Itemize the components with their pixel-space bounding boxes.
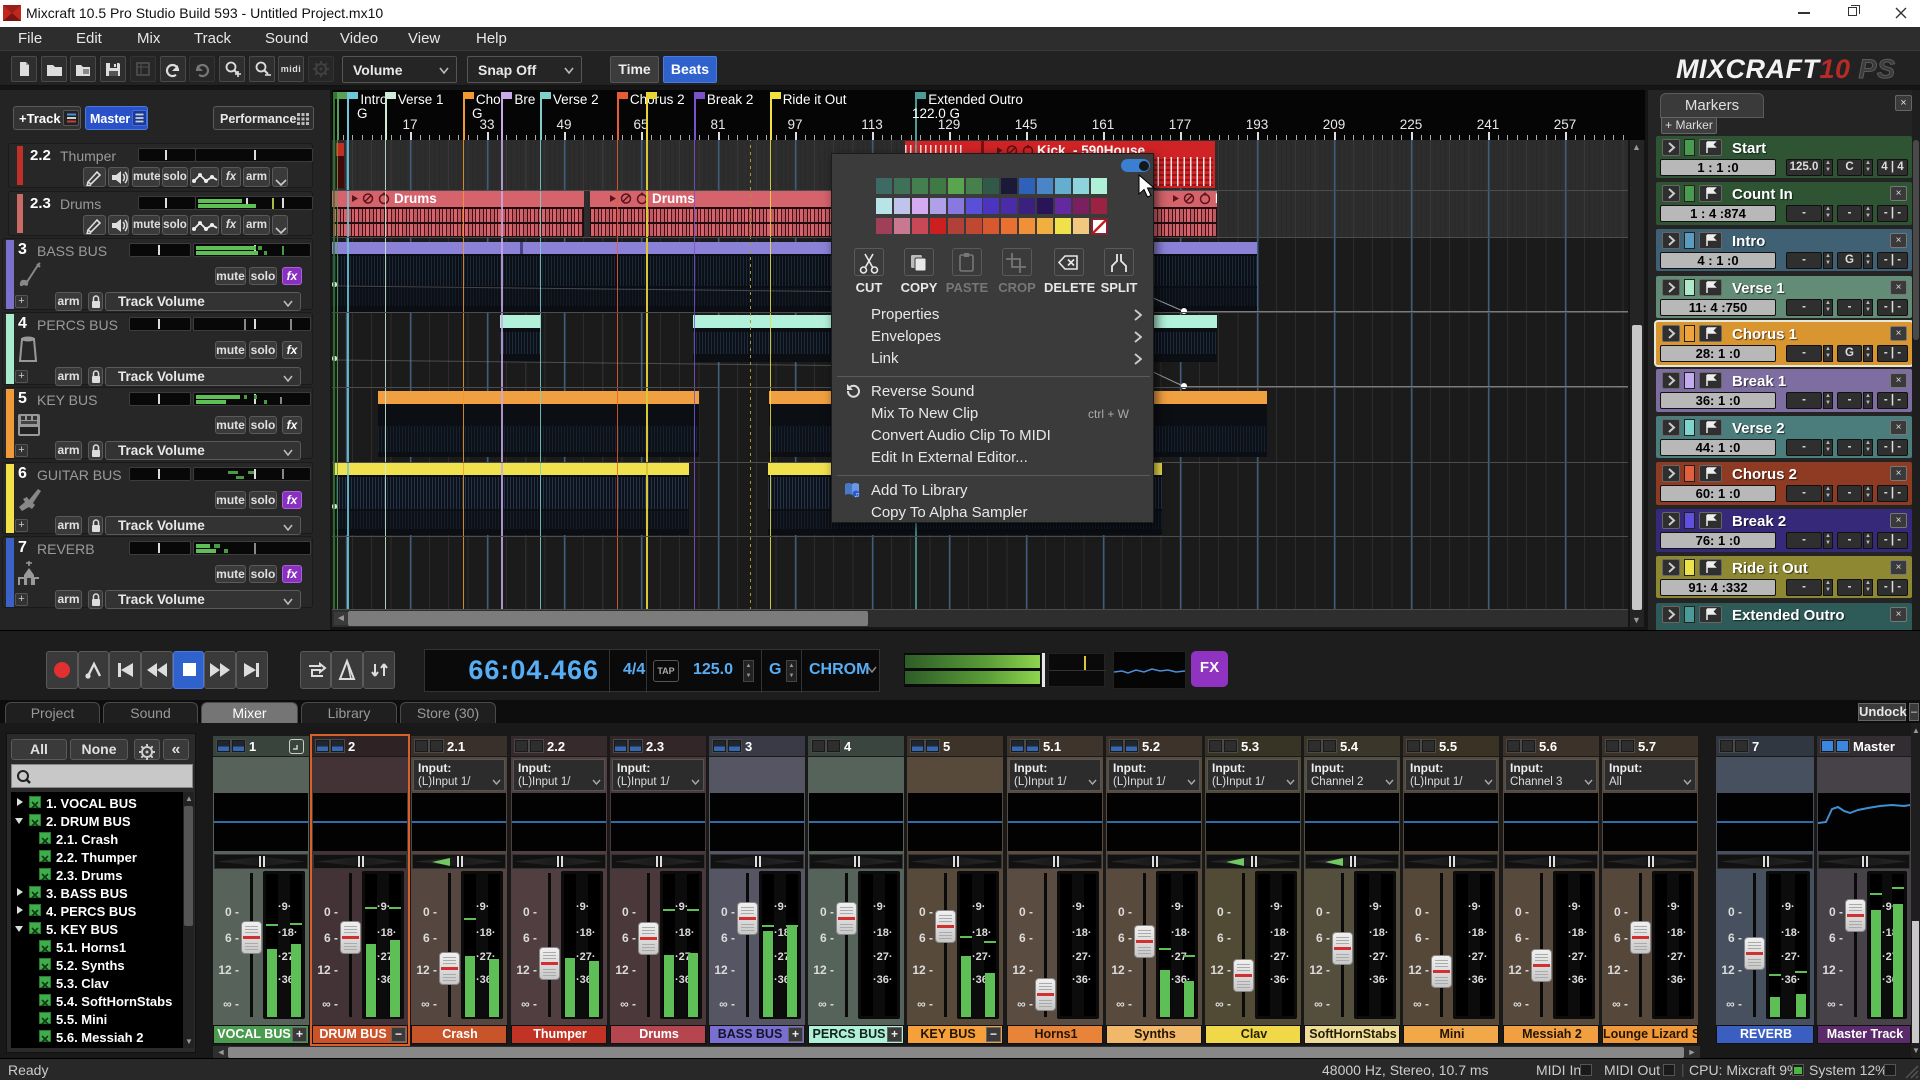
svg-text:♫: ♫ (854, 492, 859, 499)
